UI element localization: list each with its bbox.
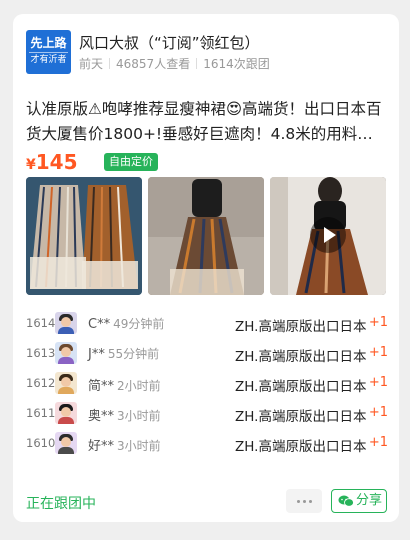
- order-number: 1610: [26, 436, 56, 450]
- order-row[interactable]: 1610 好** 3小时前 ZH.高端原版出口日本 +1: [26, 432, 388, 456]
- avatar-text-line2: 才有沂者: [30, 55, 67, 65]
- group-buy-status: 正在跟团中: [26, 496, 96, 512]
- pleated-skirt-flatlay-image: [26, 177, 142, 295]
- order-number: 1612: [26, 376, 56, 390]
- buyer-name: 好**: [88, 439, 115, 454]
- group-buy-card[interactable]: 先上路 才有沂者 风口大叔（“订阅”领红包） 前天 46857人查看 1614次跟团…: [13, 14, 399, 522]
- post-time: 前天: [79, 57, 104, 71]
- wechat-icon: [338, 495, 354, 507]
- avatar-divider: [29, 52, 68, 53]
- product-photo-2[interactable]: [148, 177, 264, 295]
- model-wearing-skirt-image: [148, 177, 264, 295]
- order-row[interactable]: 1614 C** 49分钟前 ZH.高端原版出口日本 +1: [26, 312, 388, 336]
- order-number: 1613: [26, 346, 56, 360]
- pricing-tag: 自由定价: [104, 153, 158, 171]
- meta-divider: [196, 58, 198, 69]
- buyer-info: J** 55分钟前: [88, 345, 159, 362]
- order-number: 1611: [26, 406, 56, 420]
- buyer-avatar: [55, 312, 77, 334]
- buyer-avatar: [55, 432, 77, 454]
- buyer-name: J**: [88, 347, 105, 362]
- buyer-name: C**: [88, 317, 111, 332]
- buyer-info: 简** 2小时前: [88, 375, 161, 394]
- order-quantity: +1: [368, 375, 388, 390]
- order-quantity: +1: [368, 435, 388, 450]
- order-time: 3小时前: [117, 409, 161, 423]
- follow-count: 1614次跟团: [203, 57, 270, 71]
- buyer-name: 奥**: [88, 409, 115, 424]
- view-count: 46857人查看: [116, 57, 191, 71]
- meta-divider: [109, 58, 111, 69]
- order-time: 2小时前: [117, 379, 161, 393]
- ordered-item: ZH.高端原版出口日本: [235, 319, 367, 335]
- ordered-item: ZH.高端原版出口日本: [235, 379, 367, 395]
- price-value: 145: [35, 150, 78, 174]
- buyer-avatar: [55, 342, 77, 364]
- buyer-info: 奥** 3小时前: [88, 405, 161, 424]
- order-number: 1614: [26, 316, 56, 330]
- order-time: 3小时前: [117, 439, 161, 453]
- order-row[interactable]: 1612 简** 2小时前 ZH.高端原版出口日本 +1: [26, 372, 388, 396]
- order-row[interactable]: 1611 奥** 3小时前 ZH.高端原版出口日本 +1: [26, 402, 388, 426]
- shop-avatar[interactable]: 先上路 才有沂者: [26, 30, 71, 74]
- post-meta: 前天 46857人查看 1614次跟团: [79, 56, 270, 72]
- buyer-name: 简**: [88, 379, 115, 394]
- order-quantity: +1: [368, 315, 388, 330]
- order-quantity: +1: [368, 405, 388, 420]
- more-options-button[interactable]: [286, 489, 322, 513]
- buyer-avatar: [55, 372, 77, 394]
- buyer-avatar: [55, 402, 77, 424]
- play-video-icon[interactable]: [310, 217, 346, 253]
- order-row[interactable]: 1613 J** 55分钟前 ZH.高端原版出口日本 +1: [26, 342, 388, 366]
- share-button[interactable]: 分享: [331, 489, 387, 513]
- product-title[interactable]: 认准原版⚠咆哮推荐显瘦神裙😍高端货！出口日本百货大厦售价1800+!垂感好巨遮肉…: [26, 97, 388, 147]
- order-time: 49分钟前: [113, 317, 165, 331]
- ordered-item: ZH.高端原版出口日本: [235, 349, 367, 365]
- product-price: ¥145: [26, 150, 78, 174]
- share-label: 分享: [356, 493, 383, 508]
- buyer-info: 好** 3小时前: [88, 435, 161, 454]
- more-dot-icon: [303, 500, 306, 503]
- price-currency: ¥: [26, 157, 36, 173]
- product-photo-3[interactable]: [270, 177, 386, 295]
- product-photo-1[interactable]: [26, 177, 142, 295]
- avatar-text-line1: 先上路: [30, 36, 67, 50]
- ordered-item: ZH.高端原版出口日本: [235, 409, 367, 425]
- more-dot-icon: [297, 500, 300, 503]
- order-time: 55分钟前: [107, 347, 160, 361]
- buyer-info: C** 49分钟前: [88, 315, 164, 332]
- order-quantity: +1: [368, 345, 388, 360]
- shop-name[interactable]: 风口大叔（“订阅”领红包）: [79, 33, 260, 53]
- more-dot-icon: [309, 500, 312, 503]
- ordered-item: ZH.高端原版出口日本: [235, 439, 367, 455]
- product-photos: [26, 177, 387, 295]
